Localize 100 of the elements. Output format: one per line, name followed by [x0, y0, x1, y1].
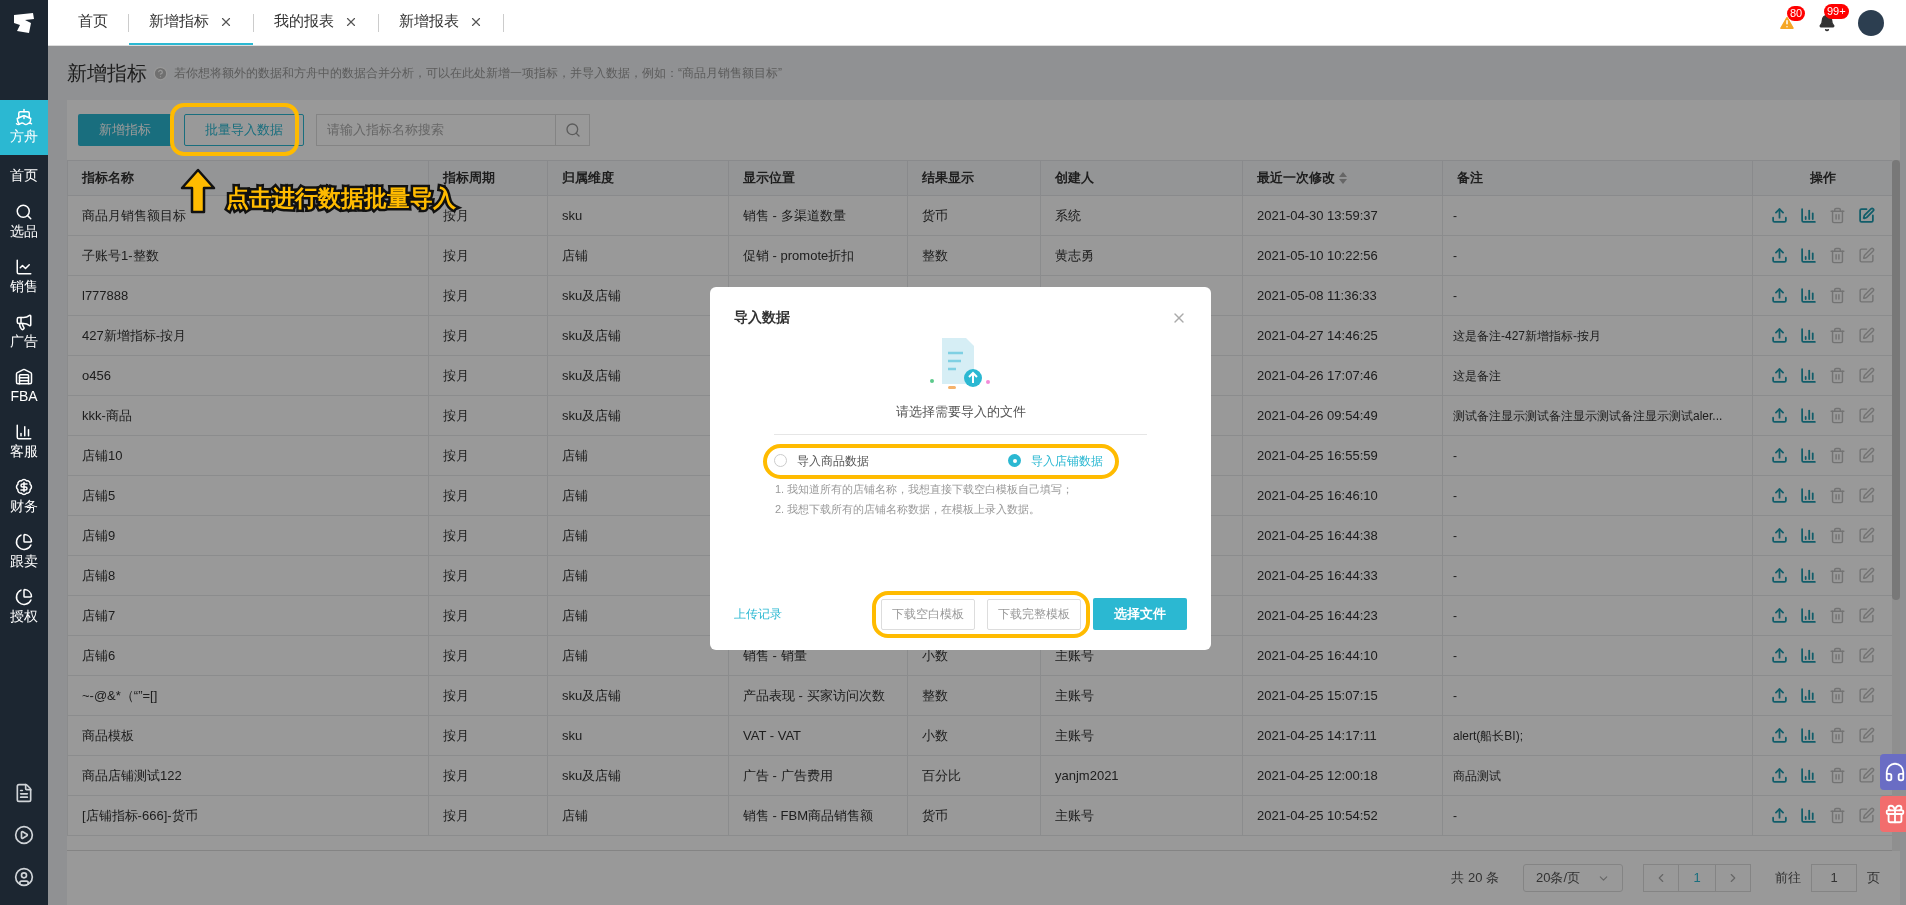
- upload-icon[interactable]: [1770, 807, 1788, 824]
- delete-icon[interactable]: [1828, 207, 1846, 224]
- delete-icon[interactable]: [1828, 367, 1846, 384]
- edit-icon[interactable]: [1857, 727, 1875, 744]
- bar-chart-icon[interactable]: [1799, 247, 1817, 264]
- upload-icon[interactable]: [1770, 487, 1788, 504]
- radio-button[interactable]: [1008, 454, 1021, 467]
- delete-icon[interactable]: [1828, 287, 1846, 304]
- edit-icon[interactable]: [1857, 207, 1875, 224]
- upload-icon[interactable]: [1770, 367, 1788, 384]
- gift-icon: [1884, 803, 1906, 825]
- upload-icon[interactable]: [1770, 687, 1788, 704]
- upload-icon[interactable]: [1770, 207, 1788, 224]
- table-cell: sku: [562, 207, 583, 223]
- edit-icon[interactable]: [1857, 407, 1875, 424]
- bar-chart-icon[interactable]: [1799, 687, 1817, 704]
- delete-icon[interactable]: [1828, 447, 1846, 464]
- edit-icon[interactable]: [1857, 567, 1875, 584]
- page-size-select[interactable]: 20条/页: [1523, 864, 1623, 892]
- sidebar-item[interactable]: FBA: [0, 360, 48, 415]
- edit-icon[interactable]: [1857, 327, 1875, 344]
- delete-icon[interactable]: [1828, 727, 1846, 744]
- edit-icon[interactable]: [1857, 367, 1875, 384]
- upload-icon[interactable]: [1770, 327, 1788, 344]
- bar-chart-icon[interactable]: [1799, 767, 1817, 784]
- page-input[interactable]: 1: [1811, 864, 1857, 892]
- upload-icon[interactable]: [1770, 287, 1788, 304]
- delete-icon[interactable]: [1828, 687, 1846, 704]
- support-button[interactable]: [1880, 754, 1906, 790]
- play-icon[interactable]: [14, 825, 34, 845]
- upload-icon[interactable]: [1770, 767, 1788, 784]
- bar-chart-icon[interactable]: [1799, 327, 1817, 344]
- delete-icon[interactable]: [1828, 647, 1846, 664]
- delete-icon[interactable]: [1828, 807, 1846, 824]
- bar-chart-icon[interactable]: [1799, 287, 1817, 304]
- table-cell: 按月: [443, 567, 469, 583]
- sidebar-item[interactable]: 选品: [0, 195, 48, 250]
- bar-chart-icon[interactable]: [1799, 527, 1817, 544]
- upload-icon[interactable]: [1770, 607, 1788, 624]
- radio-label[interactable]: 导入商品数据: [797, 451, 869, 470]
- upload-icon[interactable]: [1770, 527, 1788, 544]
- sidebar-item[interactable]: 客服: [0, 415, 48, 470]
- sidebar-item[interactable]: 跟卖: [0, 525, 48, 580]
- upload-icon[interactable]: [1770, 247, 1788, 264]
- sidebar-item[interactable]: 首页: [0, 155, 48, 195]
- edit-icon[interactable]: [1857, 527, 1875, 544]
- column-header: 创建人: [1055, 169, 1094, 188]
- scrollbar[interactable]: [1892, 160, 1900, 851]
- delete-icon[interactable]: [1828, 527, 1846, 544]
- tab[interactable]: 我的报表: [254, 0, 378, 45]
- delete-icon[interactable]: [1828, 607, 1846, 624]
- edit-icon[interactable]: [1857, 647, 1875, 664]
- gift-button[interactable]: [1880, 796, 1906, 832]
- table-cell: 黄志勇: [1055, 247, 1094, 263]
- search-button[interactable]: [556, 114, 590, 146]
- sidebar-item[interactable]: 授权: [0, 580, 48, 635]
- table-cell: 2021-04-26 17:07:46: [1257, 367, 1378, 383]
- bar-chart-icon[interactable]: [1799, 607, 1817, 624]
- edit-icon[interactable]: [1857, 447, 1875, 464]
- edit-icon[interactable]: [1857, 247, 1875, 264]
- upload-icon[interactable]: [1770, 567, 1788, 584]
- delete-icon[interactable]: [1828, 567, 1846, 584]
- document-icon[interactable]: [14, 783, 34, 803]
- sort-icon[interactable]: [1339, 172, 1347, 184]
- bar-chart-icon[interactable]: [1799, 727, 1817, 744]
- sidebar-item[interactable]: 销售: [0, 250, 48, 305]
- bar-chart-icon[interactable]: [1799, 407, 1817, 424]
- delete-icon[interactable]: [1828, 327, 1846, 344]
- bar-chart-icon[interactable]: [1799, 207, 1817, 224]
- help-icon[interactable]: [153, 65, 168, 81]
- bell-icon[interactable]: [1818, 13, 1836, 32]
- delete-icon[interactable]: [1828, 407, 1846, 424]
- user-icon[interactable]: [14, 867, 34, 887]
- bar-chart-icon[interactable]: [1799, 487, 1817, 504]
- bar-chart-icon[interactable]: [1799, 807, 1817, 824]
- upload-icon[interactable]: [1770, 407, 1788, 424]
- avatar[interactable]: [1858, 9, 1884, 36]
- edit-icon[interactable]: [1857, 487, 1875, 504]
- bar-chart-icon[interactable]: [1799, 647, 1817, 664]
- edit-icon[interactable]: [1857, 607, 1875, 624]
- delete-icon[interactable]: [1828, 767, 1846, 784]
- tab[interactable]: 首页: [58, 0, 128, 45]
- edit-icon[interactable]: [1857, 767, 1875, 784]
- column-header: 备注: [1457, 169, 1483, 188]
- bar-chart-icon[interactable]: [1799, 447, 1817, 464]
- edit-icon[interactable]: [1857, 687, 1875, 704]
- sidebar-item[interactable]: 财务: [0, 470, 48, 525]
- bar-chart-icon[interactable]: [1799, 567, 1817, 584]
- bar-chart-icon[interactable]: [1799, 367, 1817, 384]
- table-cell: 店铺: [562, 567, 588, 583]
- upload-icon[interactable]: [1770, 447, 1788, 464]
- edit-icon[interactable]: [1857, 807, 1875, 824]
- sidebar-item[interactable]: 广告: [0, 305, 48, 360]
- tab[interactable]: 新增报表: [379, 0, 503, 45]
- upload-icon[interactable]: [1770, 647, 1788, 664]
- delete-icon[interactable]: [1828, 487, 1846, 504]
- logo-icon[interactable]: [11, 11, 37, 35]
- delete-icon[interactable]: [1828, 247, 1846, 264]
- edit-icon[interactable]: [1857, 287, 1875, 304]
- upload-icon[interactable]: [1770, 727, 1788, 744]
